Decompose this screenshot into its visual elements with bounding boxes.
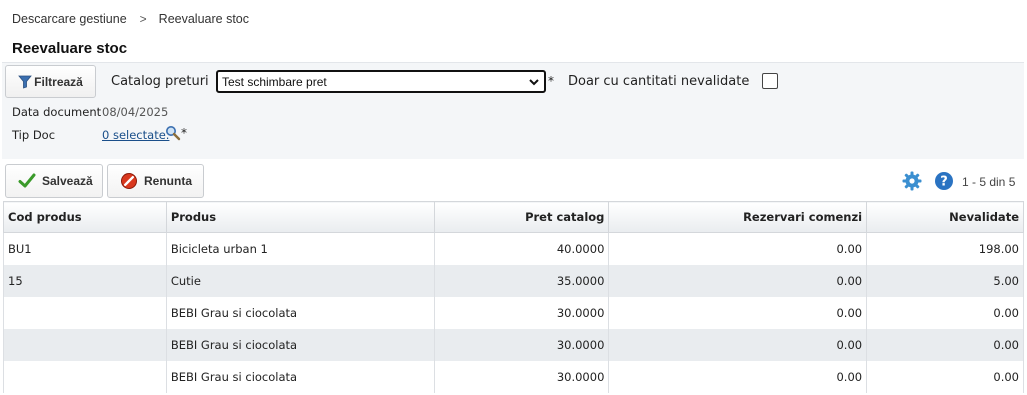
cell-produs: BEBI Grau si ciocolata <box>165 328 435 361</box>
chevron-down-icon <box>529 79 539 86</box>
table-row[interactable]: BEBI Grau si ciocolata 30.0000 0.00 0.00 <box>3 360 1024 393</box>
table-header-row: Cod produs Produs Pret catalog Rezervari… <box>3 201 1024 233</box>
filter-button[interactable]: Filtrează <box>5 65 96 98</box>
data-table: Cod produs Produs Pret catalog Rezervari… <box>3 201 1024 393</box>
cell-pret-catalog: 35.0000 <box>433 264 610 297</box>
cell-produs: BEBI Grau si ciocolata <box>165 296 435 329</box>
cell-produs: Cutie <box>165 264 435 297</box>
breadcrumb-root[interactable]: Descarcare gestiune <box>12 12 127 26</box>
cell-rezervari-comenzi: 0.00 <box>608 296 868 329</box>
catalog-required-mark: * <box>548 74 554 88</box>
cell-nevalidate: 0.00 <box>866 328 1024 361</box>
cell-pret-catalog: 30.0000 <box>433 360 610 393</box>
filter-panel: Filtrează Catalog preturi Test schimbare… <box>2 62 1024 159</box>
cell-produs: BEBI Grau si ciocolata <box>165 360 435 393</box>
cell-nevalidate: 0.00 <box>866 296 1024 329</box>
doc-type-link[interactable]: 0 selectate. <box>102 128 169 142</box>
breadcrumb: Descarcare gestiune > Reevaluare stoc <box>12 12 249 26</box>
checkmark-icon <box>18 173 36 188</box>
cell-cod-produs: 15 <box>3 264 167 297</box>
cancel-button[interactable]: Renunta <box>107 164 204 198</box>
cell-rezervari-comenzi: 0.00 <box>608 360 868 393</box>
column-header-produs[interactable]: Produs <box>165 201 435 233</box>
catalog-label: Catalog preturi <box>111 74 209 89</box>
help-icon[interactable]: ? <box>934 171 954 191</box>
pager-info: 1 - 5 din 5 <box>962 175 1016 189</box>
cell-rezervari-comenzi: 0.00 <box>608 328 868 361</box>
cell-cod-produs <box>3 360 167 393</box>
doc-date-label: Data document <box>12 105 102 119</box>
cell-rezervari-comenzi: 0.00 <box>608 264 868 297</box>
column-header-rezervari-comenzi[interactable]: Rezervari comenzi <box>608 201 868 233</box>
cell-produs: Bicicleta urban 1 <box>165 232 435 265</box>
table-row[interactable]: BEBI Grau si ciocolata 30.0000 0.00 0.00 <box>3 328 1024 361</box>
column-header-nevalidate[interactable]: Nevalidate <box>866 201 1024 233</box>
cell-nevalidate: 5.00 <box>866 264 1024 297</box>
catalog-select-value: Test schimbare pret <box>222 74 327 89</box>
column-header-pret-catalog[interactable]: Pret catalog <box>433 201 610 233</box>
page-title: Reevaluare stoc <box>12 40 128 57</box>
table-row[interactable]: 15 Cutie 35.0000 0.00 5.00 <box>3 264 1024 297</box>
save-button-label: Salvează <box>42 174 93 188</box>
doc-date-value: 08/04/2025 <box>102 105 169 119</box>
cell-pret-catalog: 40.0000 <box>433 232 610 265</box>
cell-pret-catalog: 30.0000 <box>433 328 610 361</box>
doc-type-required-mark: * <box>181 126 187 140</box>
cell-nevalidate: 198.00 <box>866 232 1024 265</box>
cancel-icon <box>121 173 137 189</box>
cell-cod-produs: BU1 <box>3 232 167 265</box>
cell-cod-produs <box>3 328 167 361</box>
cell-cod-produs <box>3 296 167 329</box>
filter-button-label: Filtrează <box>34 74 83 89</box>
table-row[interactable]: BEBI Grau si ciocolata 30.0000 0.00 0.00 <box>3 296 1024 329</box>
table-row[interactable]: BU1 Bicicleta urban 1 40.0000 0.00 198.0… <box>3 232 1024 265</box>
svg-text:?: ? <box>940 175 948 190</box>
cancel-button-label: Renunta <box>144 174 192 188</box>
catalog-select[interactable]: Test schimbare pret <box>216 70 546 93</box>
filter-icon <box>18 75 33 89</box>
gear-icon[interactable] <box>902 171 922 191</box>
doc-type-label: Tip Doc <box>12 128 56 142</box>
cell-nevalidate: 0.00 <box>866 360 1024 393</box>
breadcrumb-separator: > <box>139 12 147 26</box>
breadcrumb-current: Reevaluare stoc <box>158 12 249 26</box>
save-button[interactable]: Salvează <box>5 164 103 198</box>
cell-rezervari-comenzi: 0.00 <box>608 232 868 265</box>
cell-pret-catalog: 30.0000 <box>433 296 610 329</box>
column-header-cod-produs[interactable]: Cod produs <box>3 201 167 233</box>
only-unvalidated-checkbox[interactable] <box>762 73 778 89</box>
only-unvalidated-label: Doar cu cantitati nevalidate <box>568 74 750 89</box>
magnifier-icon[interactable] <box>165 125 181 141</box>
